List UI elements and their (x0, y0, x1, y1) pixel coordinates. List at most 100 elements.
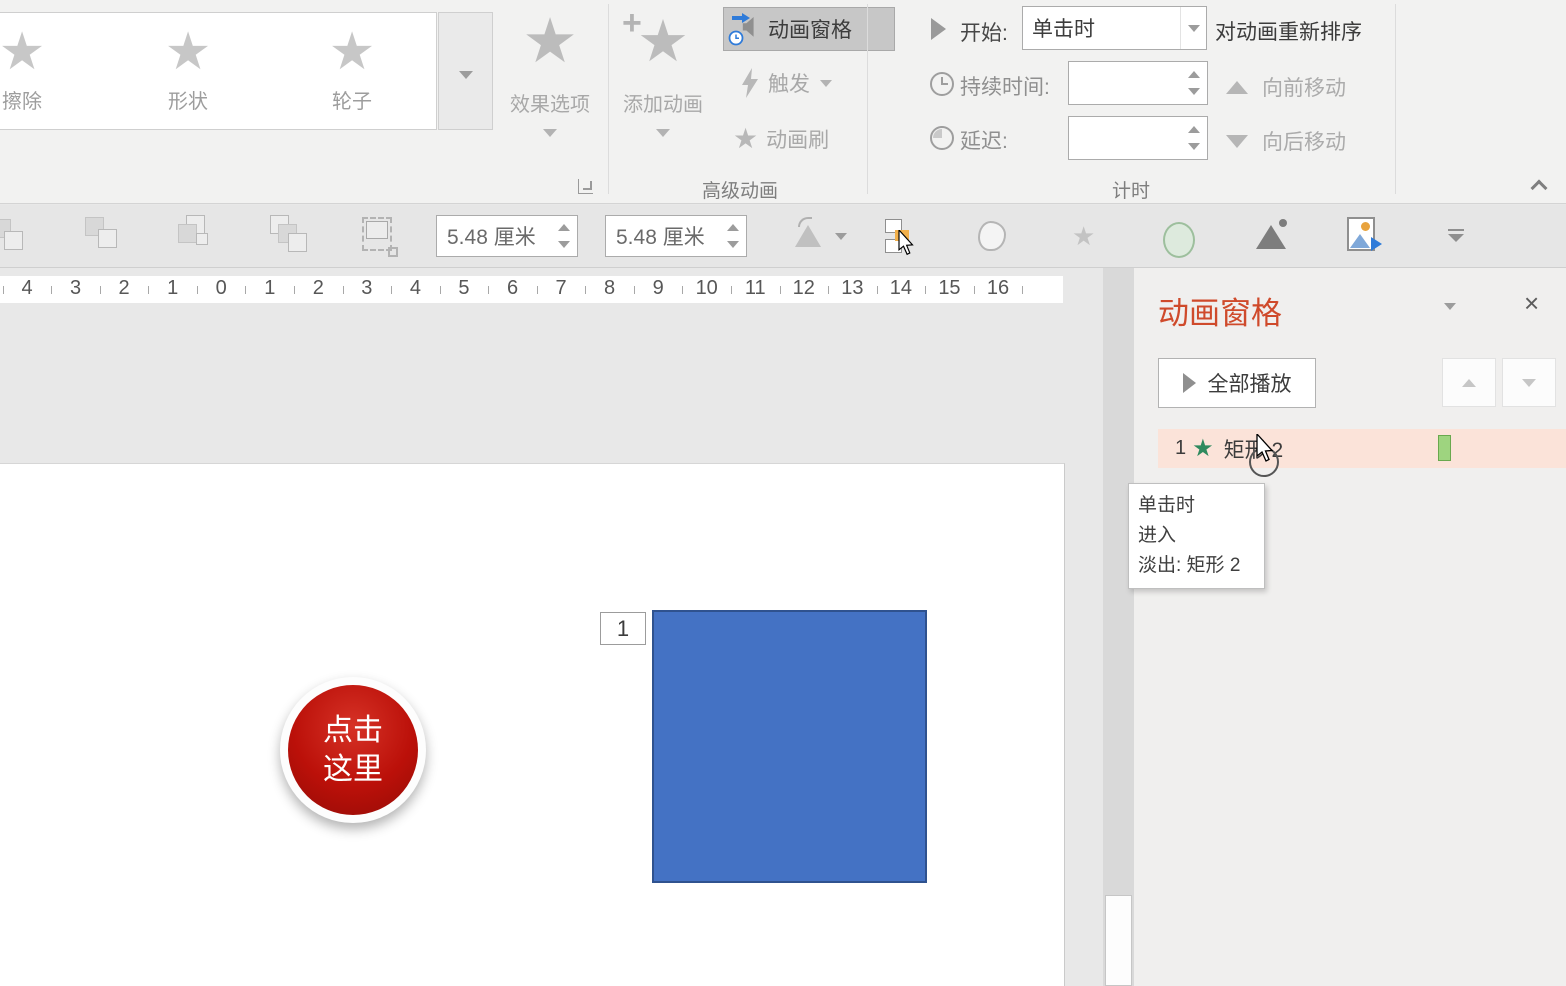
ruler-number: 1 (167, 277, 178, 300)
entrance-star-icon: ★ (1192, 434, 1214, 463)
effect-options-button[interactable]: ★ 效果选项 (495, 2, 605, 198)
pane-move-down-button[interactable] (1502, 358, 1556, 407)
gallery-item-wipe[interactable]: ★ 擦除 (0, 21, 87, 114)
change-picture-icon[interactable] (1347, 217, 1375, 251)
ruler-number: 3 (70, 277, 81, 300)
shape-width-spinner[interactable]: 5.48 厘米 (436, 215, 578, 257)
ruler-tick (1022, 286, 1023, 294)
animation-gallery: ★ 擦除 ★ 形状 ★ 轮子 (0, 12, 437, 130)
ruler-tick (294, 286, 295, 294)
group-divider (867, 4, 868, 194)
animation-star-icon[interactable]: ★ (1072, 221, 1095, 252)
animation-painter-button[interactable]: ★ 动画刷 (733, 122, 829, 155)
quick-toolbar: 5.48 厘米 5.48 厘米 ★ (0, 205, 1566, 268)
star-brush-icon: ★ (733, 122, 758, 155)
reorder-animation-title: 对动画重新排序 (1215, 16, 1362, 46)
crop-picture-icon[interactable] (362, 217, 392, 251)
pane-options-dropdown-icon[interactable] (1444, 303, 1456, 310)
group-divider (1395, 4, 1396, 194)
group-label-advanced-animation: 高级动画 (630, 176, 850, 203)
combo-dropdown[interactable] (1180, 7, 1206, 49)
spin-up-icon (1188, 71, 1200, 78)
ruler-tick (343, 286, 344, 294)
chevron-down-icon (543, 129, 557, 137)
scrollbar-thumb[interactable] (1105, 895, 1132, 986)
ruler-number: 6 (507, 277, 518, 300)
triangle-up-icon (1462, 379, 1476, 387)
gallery-scroll-button[interactable] (438, 12, 493, 130)
vertical-scrollbar[interactable] (1103, 268, 1134, 986)
ruler-tick (148, 286, 149, 294)
merge-shape-icon[interactable] (978, 221, 1006, 251)
play-all-button[interactable]: 全部播放 (1158, 358, 1316, 408)
ruler-tick (828, 286, 829, 294)
star-icon: ★ (0, 21, 87, 83)
pane-move-up-button[interactable] (1442, 358, 1496, 407)
start-combobox[interactable]: 单击时 (1022, 6, 1207, 50)
slide-canvas[interactable]: 点击 这里 1 (0, 463, 1065, 986)
delay-spinner[interactable] (1068, 116, 1208, 160)
animation-pane-icon (728, 10, 762, 48)
ruler-tick (391, 286, 392, 294)
spinner-arrows[interactable] (551, 224, 577, 248)
oval-shape-icon[interactable] (1163, 222, 1195, 258)
star-icon: ★ (123, 21, 253, 83)
red-button-text-line1: 点击 (323, 711, 383, 750)
toolbar-overflow-icon[interactable] (1448, 229, 1464, 242)
start-play-icon (931, 18, 946, 40)
shape-height-spinner[interactable]: 5.48 厘米 (605, 215, 747, 257)
ruler-tick (974, 286, 975, 294)
move-later-button[interactable]: 向后移动 (1226, 126, 1346, 156)
dialog-launcher-icon[interactable] (578, 179, 593, 194)
red-click-button-shape[interactable]: 点击 这里 (280, 677, 426, 823)
chevron-down-icon (1188, 25, 1200, 32)
gallery-item-wheel[interactable]: ★ 轮子 (287, 21, 417, 114)
tooltip-line-type: 进入 (1138, 521, 1255, 551)
ruler-number: 7 (555, 277, 566, 300)
triangle-down-icon (1226, 135, 1248, 148)
ruler-number: 2 (313, 277, 324, 300)
blue-rectangle-shape[interactable] (652, 610, 927, 883)
lightning-icon (742, 68, 760, 98)
ruler-number: 11 (745, 277, 766, 300)
animation-index: 1 (1175, 437, 1186, 460)
chevron-down-icon (820, 80, 832, 87)
ruler-number: 16 (987, 277, 1009, 300)
move-earlier-button[interactable]: 向前移动 (1226, 72, 1346, 102)
ruler-tick (488, 286, 489, 294)
gallery-item-shape[interactable]: ★ 形状 (123, 21, 253, 114)
spin-up-icon (1188, 126, 1200, 133)
collapse-ribbon-icon[interactable] (1531, 180, 1548, 197)
spinner-arrows[interactable] (1181, 126, 1207, 150)
spinner-arrows[interactable] (1181, 71, 1207, 95)
animation-pane-toggle-button[interactable]: 动画窗格 (723, 7, 895, 51)
slide-editor-area: 4321012345678910111213141516 点击 这里 1 (0, 268, 1103, 986)
picture-icon[interactable] (1256, 225, 1286, 249)
ruler-number: 3 (361, 277, 372, 300)
star-icon: ★ (495, 2, 605, 82)
ribbon-animations-tab: ★ 擦除 ★ 形状 ★ 轮子 ★ 效果选项 + ★ 添加动画 (0, 0, 1566, 204)
ruler-tick (440, 286, 441, 294)
ruler-number: 10 (696, 277, 718, 300)
duration-spinner[interactable] (1068, 61, 1208, 105)
spin-down-icon (1188, 88, 1200, 95)
chevron-down-icon (459, 71, 473, 79)
ruler-number: 5 (458, 277, 469, 300)
spinner-arrows[interactable] (720, 224, 746, 248)
timeline-bar[interactable] (1438, 435, 1451, 461)
add-animation-button[interactable]: + ★ 添加动画 (608, 2, 718, 198)
ruler-tick (682, 286, 683, 294)
group-label-timing: 计时 (1021, 176, 1241, 203)
animation-list-item[interactable]: 1 ★ 矩形 2 (1158, 429, 1566, 468)
trigger-button[interactable]: 触发 (742, 68, 832, 98)
delay-label: 延迟: (960, 125, 1008, 155)
ruler-tick (197, 286, 198, 294)
animation-number-tag: 1 (600, 612, 646, 645)
ruler-number: 14 (890, 277, 912, 300)
ruler-number: 15 (938, 277, 960, 300)
close-icon[interactable]: × (1524, 290, 1539, 316)
ruler-tick (3, 286, 4, 294)
ruler-number: 1 (264, 277, 275, 300)
star-icon: ★ (287, 21, 417, 83)
ruler-number: 12 (793, 277, 815, 300)
